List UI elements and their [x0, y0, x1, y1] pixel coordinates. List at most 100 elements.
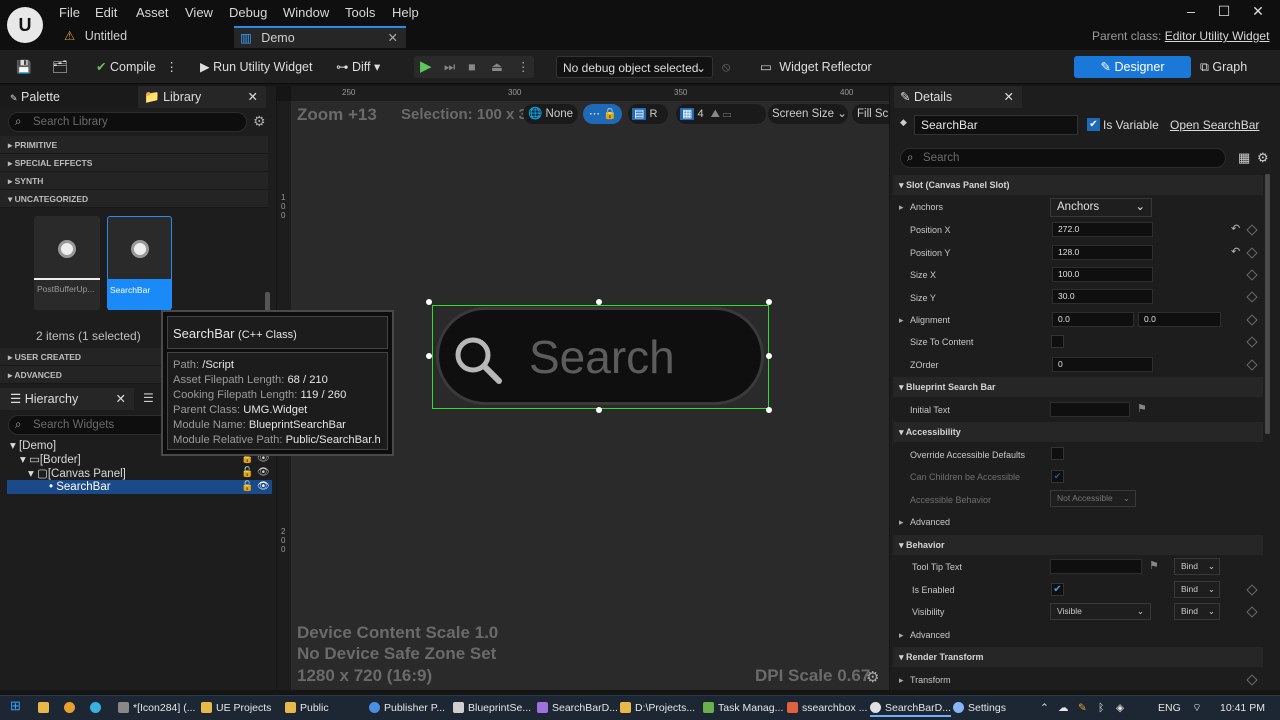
clock[interactable]: 10:41 PM: [1220, 701, 1265, 715]
cloud-icon[interactable]: ☁: [1058, 701, 1069, 715]
chevron-up-icon[interactable]: ⌃: [1040, 701, 1049, 715]
file-explorer-icon[interactable]: [38, 701, 53, 715]
alignment-y-input[interactable]: 0.0: [1138, 312, 1221, 327]
is-enabled-checkbox[interactable]: ✔: [1051, 583, 1064, 596]
tree-node-searchbar[interactable]: • SearchBar: [7, 480, 272, 494]
section-blueprint-search-bar[interactable]: ▾ Blueprint Search Bar: [893, 377, 1263, 397]
taskbar-item-searchbar-vs[interactable]: SearchBarD...: [537, 701, 618, 715]
flag-icon[interactable]: ⚑: [1137, 402, 1147, 415]
is-variable-checkbox[interactable]: ✔: [1087, 118, 1100, 131]
enabled-bind-dropdown[interactable]: Bind ⌄: [1174, 581, 1220, 598]
resize-handle-br[interactable]: [766, 407, 772, 413]
eye-icon[interactable]: 👁: [257, 467, 270, 478]
anchors-dropdown[interactable]: Anchors ⌄: [1050, 198, 1152, 217]
close-tab-icon[interactable]: ✕: [116, 388, 126, 410]
resize-handle-b[interactable]: [596, 407, 602, 413]
taskbar-item-searchbar-ue[interactable]: SearchBarD...: [870, 701, 951, 717]
play-green-icon[interactable]: ▶: [420, 56, 432, 78]
taskbar-item-ssearchbox[interactable]: ssearchbox ...: [787, 701, 867, 715]
chevron-right-icon[interactable]: ▸: [899, 517, 904, 528]
stop-icon[interactable]: ■: [468, 56, 476, 78]
security-icon[interactable]: ◈: [1116, 701, 1124, 715]
step-icon[interactable]: ⏭: [444, 56, 455, 78]
taskbar-item-publisher[interactable]: Publisher P...: [369, 701, 445, 715]
alignment-x-input[interactable]: 0.0: [1052, 312, 1134, 327]
resize-handle-tl[interactable]: [426, 299, 432, 305]
fill-screen-select[interactable]: Fill Scr: [852, 104, 889, 124]
taskbar-item-projects-folder[interactable]: D:\Projects...: [620, 701, 695, 715]
tab-untitled[interactable]: ⚠ Untitled: [60, 26, 230, 48]
maximize-icon[interactable]: ☐: [1209, 3, 1239, 20]
diff-button[interactable]: ⊶ Diff ▾: [336, 56, 380, 78]
graph-mode-button[interactable]: ⧉ Graph: [1200, 56, 1247, 78]
app-icon[interactable]: [90, 701, 105, 715]
debug-object-select[interactable]: No debug object selected ⌄: [556, 56, 713, 78]
menu-tools[interactable]: Tools: [345, 5, 375, 20]
save-icon[interactable]: 💾: [16, 56, 32, 78]
gear-icon[interactable]: ⚙: [1257, 150, 1269, 166]
size-x-input[interactable]: 100.0: [1052, 267, 1153, 282]
section-slot[interactable]: ▾ Slot (Canvas Panel Slot): [893, 175, 1263, 195]
eye-icon[interactable]: 👁: [257, 481, 270, 492]
size-to-content-checkbox[interactable]: [1051, 335, 1064, 348]
tab-hierarchy[interactable]: ☰ Hierarchy ✕: [0, 388, 134, 410]
tooltip-text-input[interactable]: [1050, 559, 1142, 574]
parent-class-link[interactable]: Editor Utility Widget: [1165, 29, 1270, 43]
chevron-right-icon[interactable]: ▸: [899, 630, 904, 641]
widget-name-input[interactable]: SearchBar: [914, 115, 1078, 135]
library-search-input[interactable]: ⌕ Search Library: [8, 112, 247, 132]
debug-filter-icon[interactable]: ⦸: [722, 56, 730, 78]
override-accessible-checkbox[interactable]: [1051, 447, 1064, 460]
taskbar-item-public[interactable]: Public: [285, 701, 329, 715]
taskbar-item-settings[interactable]: Settings: [953, 701, 1006, 715]
chevron-right-icon[interactable]: ▸: [899, 202, 904, 213]
taskbar-item-icon284[interactable]: *[Icon284] (...: [118, 701, 195, 715]
pen-icon[interactable]: ✎: [1078, 701, 1087, 715]
section-render-transform[interactable]: ▾ Render Transform: [893, 647, 1263, 667]
reset-icon[interactable]: ↶: [1231, 245, 1240, 258]
visibility-bind-dropdown[interactable]: Bind ⌄: [1174, 603, 1220, 620]
section-uncategorized[interactable]: ▾ UNCATEGORIZED: [0, 190, 268, 208]
chevron-right-icon[interactable]: ▸: [899, 675, 904, 686]
tab-palette[interactable]: ✎ Palette: [0, 86, 138, 108]
lock-icon[interactable]: 🔓: [241, 481, 253, 492]
menu-file[interactable]: File: [59, 5, 80, 20]
compile-button[interactable]: ✔ Compile ⋮: [96, 56, 178, 78]
run-utility-widget-button[interactable]: ▶ Run Utility Widget: [200, 56, 312, 78]
screen-size-select[interactable]: Screen Size ⌄: [768, 104, 848, 124]
network-icon[interactable]: ⌔: [1192, 701, 1202, 715]
unreal-logo-icon[interactable]: U: [7, 7, 43, 43]
close-tab-icon[interactable]: ✕: [1004, 86, 1014, 108]
size-y-input[interactable]: 30.0: [1052, 289, 1153, 304]
search-bar-widget[interactable]: Search: [436, 307, 764, 405]
section-behavior[interactable]: ▾ Behavior: [893, 535, 1263, 555]
widget-reflector-button[interactable]: ▭ Widget Reflector: [760, 56, 872, 78]
gear-icon[interactable]: ⚙: [866, 668, 879, 686]
menu-asset[interactable]: Asset: [136, 5, 169, 20]
section-special-effects[interactable]: ▸ SPECIAL EFFECTS: [0, 154, 268, 172]
chevron-right-icon[interactable]: ▸: [899, 315, 904, 326]
snap-lock-toggle[interactable]: ⋯ 🔒: [583, 104, 622, 124]
windows-start-icon[interactable]: ⊞: [10, 699, 21, 713]
compile-options-icon[interactable]: ⋮: [165, 60, 178, 74]
taskbar-item-task-manager[interactable]: Task Manag...: [703, 701, 783, 715]
tab-details[interactable]: ✎ Details ✕: [894, 86, 1022, 108]
lock-icon[interactable]: 🔓: [241, 467, 253, 478]
menu-edit[interactable]: Edit: [95, 5, 117, 20]
scrollbar-thumb[interactable]: [265, 292, 270, 312]
bluetooth-icon[interactable]: ᛒ: [1098, 701, 1104, 715]
gear-icon[interactable]: ⚙: [253, 113, 266, 130]
resize-handle-l[interactable]: [426, 353, 432, 359]
minimize-icon[interactable]: –: [1176, 3, 1206, 19]
respect-locks-toggle[interactable]: ▤ R: [628, 104, 668, 124]
close-tab-icon[interactable]: ✕: [248, 86, 258, 108]
advanced-accessibility[interactable]: Advanced: [910, 517, 950, 527]
library-item-searchbar[interactable]: SearchBar: [107, 216, 172, 310]
section-accessibility[interactable]: ▾ Accessibility: [893, 422, 1263, 442]
menu-debug[interactable]: Debug: [229, 5, 267, 20]
position-y-input[interactable]: 128.0: [1052, 245, 1153, 260]
initial-text-input[interactable]: [1050, 402, 1130, 417]
tree-node-canvas-panel[interactable]: ▾ ▢[Canvas Panel]: [28, 467, 126, 481]
resize-handle-r[interactable]: [766, 353, 772, 359]
browse-icon[interactable]: 🗂: [52, 56, 68, 78]
